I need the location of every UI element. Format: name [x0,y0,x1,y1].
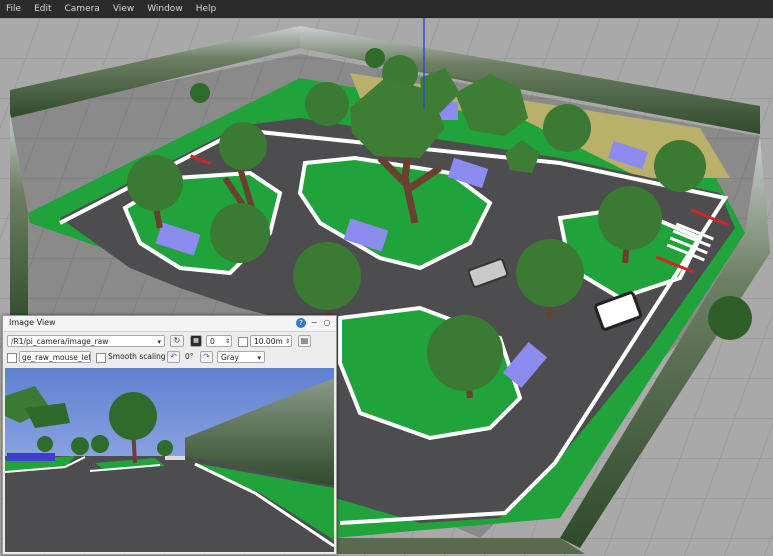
mouse-topic-checkbox[interactable] [7,353,17,363]
min-value-spinbox[interactable]: 0 ⇕ [206,335,232,347]
menu-camera[interactable]: Camera [59,4,107,14]
chevron-down-icon: ▾ [257,354,261,362]
rotate-right-icon[interactable]: ↷ [200,351,213,363]
mouse-topic-input[interactable]: ge_raw_mouse_left [19,351,91,363]
max-value-text: 10.00m [254,337,283,346]
color-scheme-select[interactable]: Gray ▾ [217,351,265,363]
topic-select-value: /R1/pi_camera/image_raw [11,337,109,346]
spin-arrows-icon: ⇕ [224,338,230,345]
save-icon[interactable]: ▤ [298,335,311,347]
menu-window[interactable]: Window [141,4,190,14]
camera-tree-crown [109,392,157,440]
help-icon[interactable]: ? [296,318,306,328]
image-view-window: Image View ? − ○ /R1/pi_camera/image_raw… [2,315,337,555]
refresh-icon[interactable]: ↻ [170,335,184,347]
image-view-toolbar-row2: ge_raw_mouse_left Smooth scaling ↶ 0° ↷ … [7,351,332,365]
detach-icon[interactable]: − [309,318,319,328]
spin-arrows-icon: ⇕ [284,338,290,345]
dynamic-range-toggle[interactable]: ▦ [190,335,202,347]
rotation-label: 0° [185,352,194,361]
topic-select[interactable]: /R1/pi_camera/image_raw ▾ [7,335,165,347]
mouse-topic-text: ge_raw_mouse_left [22,353,91,362]
menu-help[interactable]: Help [190,4,224,14]
close-icon[interactable]: ○ [322,318,332,328]
rotate-left-icon[interactable]: ↶ [167,351,180,363]
smooth-scaling-checkbox[interactable] [96,353,106,363]
menu-bar: File Edit Camera View Window Help [0,0,773,18]
camera-image-svg [5,368,334,552]
menu-edit[interactable]: Edit [28,4,58,14]
color-scheme-value: Gray [221,353,239,362]
image-view-toolbar-row1: /R1/pi_camera/image_raw ▾ ↻ ▦ 0 ⇕ 10.00m… [7,334,332,348]
titlebar-controls: ? − ○ [296,318,332,328]
chevron-down-icon: ▾ [157,338,161,346]
min-value-text: 0 [210,337,215,346]
menu-view[interactable]: View [107,4,141,14]
menu-file[interactable]: File [0,4,28,14]
smooth-scaling-label: Smooth scaling [108,352,166,361]
camera-blue-block [7,453,55,461]
max-value-spinbox[interactable]: 10.00m ⇕ [250,335,292,347]
camera-image [5,368,334,552]
image-view-title: Image View [9,318,56,327]
forest-wall-front [335,538,585,554]
image-view-titlebar[interactable]: Image View ? − ○ [3,316,336,332]
max-value-checkbox[interactable] [238,337,248,347]
